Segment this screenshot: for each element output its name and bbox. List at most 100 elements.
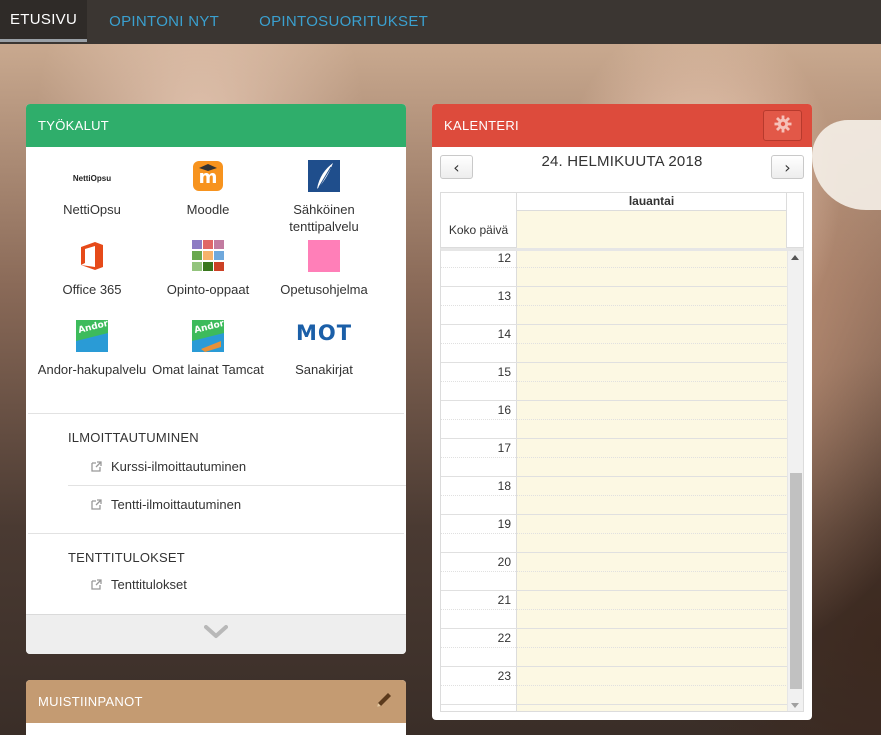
office365-icon bbox=[75, 239, 109, 273]
calendar-panel-title: KALENTERI bbox=[444, 118, 519, 133]
link-exam-results[interactable]: Tenttitulokset bbox=[68, 569, 406, 599]
link-label: Tentti-ilmoittautuminen bbox=[111, 496, 242, 512]
tab-etusivu[interactable]: ETUSIVU bbox=[0, 0, 88, 42]
calendar-day-header: lauantai Koko päivä bbox=[440, 192, 804, 248]
notes-panel-title: MUISTIINPANOT bbox=[38, 694, 143, 709]
calendar-scrollbar[interactable] bbox=[787, 251, 803, 711]
half-hour-line bbox=[441, 685, 788, 686]
hour-label: 22 bbox=[497, 631, 511, 645]
chevron-down-icon bbox=[204, 625, 228, 644]
top-navigation: ETUSIVU OPINTONI NYT OPINTOSUORITUKSET bbox=[0, 0, 881, 44]
section-title: ILMOITTAUTUMINEN bbox=[68, 430, 199, 445]
tools-panel: TYÖKALUT NettiOpsu NettiOpsu m Moodle Sä… bbox=[26, 104, 406, 654]
hour-row[interactable]: 16 bbox=[441, 401, 788, 439]
link-course-registration[interactable]: Kurssi-ilmoittautuminen bbox=[68, 451, 406, 481]
timetable-icon bbox=[307, 239, 341, 273]
hour-label: 12 bbox=[497, 251, 511, 265]
half-hour-line bbox=[441, 609, 788, 610]
hour-label: 21 bbox=[497, 593, 511, 607]
tools-grid: NettiOpsu NettiOpsu m Moodle Sähköinen t… bbox=[26, 147, 406, 413]
notes-panel: MUISTIINPANOT bbox=[26, 680, 406, 735]
tool-timetable[interactable]: Opetusohjelma bbox=[266, 239, 382, 298]
half-hour-line bbox=[441, 305, 788, 306]
half-hour-line bbox=[441, 647, 788, 648]
hour-label: 20 bbox=[497, 555, 511, 569]
tool-label: Sanakirjat bbox=[295, 362, 353, 377]
all-day-slot[interactable] bbox=[516, 211, 787, 248]
tool-office365[interactable]: Office 365 bbox=[34, 239, 150, 298]
mot-dictionary-icon: MOT bbox=[295, 321, 353, 345]
study-guides-icon bbox=[191, 239, 225, 273]
tool-label: Opinto-oppaat bbox=[166, 282, 250, 297]
hour-row[interactable]: 15 bbox=[441, 363, 788, 401]
hour-row[interactable]: 21 bbox=[441, 591, 788, 629]
tool-label: NettiOpsu bbox=[63, 202, 121, 217]
tab-opintosuoritukset[interactable]: OPINTOSUORITUKSET bbox=[239, 0, 448, 42]
external-link-icon bbox=[90, 578, 103, 591]
half-hour-line bbox=[441, 343, 788, 344]
hour-label: 14 bbox=[497, 327, 511, 341]
tool-loans[interactable]: Andor Omat lainat Tamcat bbox=[150, 319, 266, 378]
day-name: lauantai bbox=[516, 193, 787, 211]
tool-label: Sähköinen tenttipalvelu bbox=[289, 202, 359, 234]
calendar-panel-header: KALENTERI bbox=[432, 104, 812, 147]
tool-study-guides[interactable]: Opinto-oppaat bbox=[150, 239, 266, 298]
half-hour-line bbox=[441, 419, 788, 420]
exam-service-icon bbox=[307, 159, 341, 193]
external-link-icon bbox=[90, 498, 103, 511]
chevron-right-icon: › bbox=[784, 157, 791, 177]
half-hour-line bbox=[441, 381, 788, 382]
hour-row[interactable]: 20 bbox=[441, 553, 788, 591]
expand-button[interactable] bbox=[26, 614, 406, 654]
link-label: Tenttitulokset bbox=[111, 576, 187, 592]
tools-panel-header: TYÖKALUT bbox=[26, 104, 406, 147]
scroll-up-icon[interactable] bbox=[791, 255, 799, 260]
tool-moodle[interactable]: m Moodle bbox=[150, 159, 266, 218]
andor-loans-icon: Andor bbox=[191, 319, 226, 353]
tool-nettiopsu[interactable]: NettiOpsu NettiOpsu bbox=[34, 159, 150, 218]
hour-row[interactable]: 19 bbox=[441, 515, 788, 553]
tab-opintoni-nyt[interactable]: OPINTONI NYT bbox=[87, 0, 239, 42]
half-hour-line bbox=[441, 533, 788, 534]
calendar-settings-button[interactable] bbox=[763, 110, 802, 141]
tool-label: Omat lainat Tamcat bbox=[152, 362, 264, 377]
tool-label: Moodle bbox=[186, 202, 230, 217]
hour-row[interactable]: 22 bbox=[441, 629, 788, 667]
half-hour-line bbox=[441, 495, 788, 496]
andor-icon: Andor bbox=[75, 319, 110, 353]
hour-label: 16 bbox=[497, 403, 511, 417]
section-title: TENTTITULOKSET bbox=[68, 550, 185, 565]
nettiopsu-logo-icon: NettiOpsu bbox=[72, 174, 112, 183]
hour-row[interactable]: 12 bbox=[441, 251, 788, 287]
all-day-label: Koko päivä bbox=[448, 222, 509, 237]
hour-row[interactable]: 23 bbox=[441, 667, 788, 705]
half-hour-line bbox=[441, 457, 788, 458]
divider bbox=[68, 485, 406, 486]
hour-row[interactable]: 18 bbox=[441, 477, 788, 515]
hour-row[interactable]: 13 bbox=[441, 287, 788, 325]
half-hour-line bbox=[441, 571, 788, 572]
gear-icon bbox=[774, 115, 792, 136]
moodle-icon: m bbox=[191, 159, 225, 193]
hour-label: 13 bbox=[497, 289, 511, 303]
scroll-down-icon[interactable] bbox=[791, 703, 799, 708]
calendar-panel: KALENTERI ‹ 24. HELMIKUUTA 2018 › lauant… bbox=[432, 104, 812, 720]
link-exam-registration[interactable]: Tentti-ilmoittautuminen bbox=[68, 489, 406, 519]
hour-label: 18 bbox=[497, 479, 511, 493]
hour-row[interactable]: 17 bbox=[441, 439, 788, 477]
section-exam-results: TENTTITULOKSET Tenttitulokset bbox=[26, 534, 406, 599]
tool-exam-service[interactable]: Sähköinen tenttipalvelu bbox=[266, 159, 382, 235]
half-hour-line bbox=[441, 267, 788, 268]
notes-panel-header: MUISTIINPANOT bbox=[26, 680, 406, 723]
next-day-button[interactable]: › bbox=[771, 155, 804, 179]
hour-row[interactable]: 14 bbox=[441, 325, 788, 363]
tool-label: Andor-hakupalvelu bbox=[37, 362, 147, 377]
tools-panel-title: TYÖKALUT bbox=[38, 118, 110, 133]
hour-label: 15 bbox=[497, 365, 511, 379]
tool-dictionary[interactable]: MOT Sanakirjat bbox=[266, 319, 382, 378]
pencil-icon[interactable] bbox=[374, 690, 394, 713]
tool-andor[interactable]: Andor Andor-hakupalvelu bbox=[34, 319, 150, 378]
tool-label: Office 365 bbox=[62, 282, 122, 297]
scrollbar-thumb[interactable] bbox=[790, 473, 802, 689]
tool-label: Opetusohjelma bbox=[280, 282, 368, 297]
